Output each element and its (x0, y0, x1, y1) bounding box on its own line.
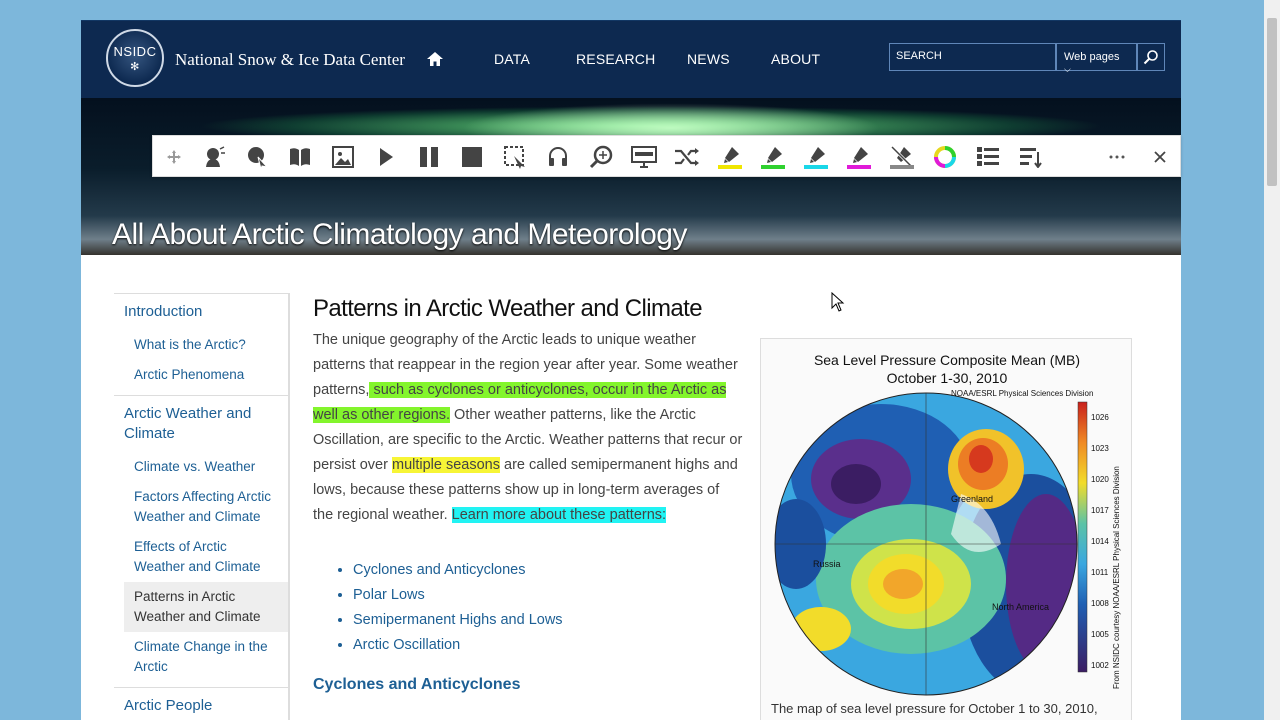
sidebar-item-factors[interactable]: Factors Affecting Arctic Weather and Cli… (114, 482, 289, 532)
section-heading: Cyclones and Anticyclones (313, 676, 521, 693)
picture-dictionary-icon[interactable] (330, 144, 356, 170)
credit-label: From NSIDC courtesy NOAA/ESRL Physical S… (1112, 466, 1121, 689)
sidebar-item-patterns[interactable]: Patterns in Arctic Weather and Climate (124, 582, 289, 632)
label-russia: Russia (813, 559, 841, 569)
sidebar-nav: Introduction What is the Arctic? Arctic … (114, 293, 289, 720)
page-title: Patterns in Arctic Weather and Climate (313, 295, 703, 322)
pressure-map-figure: Sea Level Pressure Composite Mean (MB) O… (760, 338, 1132, 720)
main-content: Patterns in Arctic Weather and Climate T… (313, 295, 743, 694)
scale-1026: 1026 (1091, 413, 1109, 422)
scale-1008: 1008 (1091, 599, 1109, 608)
sidebar-item-climate-change[interactable]: Climate Change in the Arctic (114, 632, 289, 687)
clear-highlights-icon[interactable] (889, 144, 915, 170)
stop-icon[interactable] (459, 144, 485, 170)
label-north-america: North America (992, 602, 1049, 612)
sidebar-item-arctic-people[interactable]: Arctic People (114, 687, 289, 720)
scale-1002: 1002 (1091, 661, 1109, 670)
screenshot-reader-icon[interactable] (502, 144, 528, 170)
highlight-yellow: multiple seasons (391, 457, 500, 473)
play-icon[interactable] (373, 144, 399, 170)
vocabulary-icon[interactable] (932, 144, 958, 170)
search-icon (1143, 50, 1158, 65)
home-icon[interactable] (426, 51, 444, 67)
page: NSIDC ✻ National Snow & Ice Data Center … (81, 20, 1181, 720)
site-name[interactable]: National Snow & Ice Data Center (175, 50, 405, 70)
close-icon[interactable] (1147, 144, 1173, 170)
nav-news[interactable]: NEWS (687, 51, 730, 67)
collect-highlights-icon[interactable] (975, 144, 1001, 170)
audio-maker-icon[interactable] (545, 144, 571, 170)
scrollbar-thumb[interactable] (1267, 18, 1277, 186)
pause-icon[interactable] (416, 144, 442, 170)
nav-data[interactable]: DATA (494, 51, 530, 67)
nav-about[interactable]: ABOUT (771, 51, 820, 67)
move-icon[interactable] (161, 144, 187, 170)
mouse-cursor-icon (831, 292, 845, 312)
scale-1020: 1020 (1091, 475, 1109, 484)
translator-icon[interactable] (674, 144, 700, 170)
banner-title: All About Arctic Climatology and Meteoro… (112, 218, 687, 251)
sidebar-item-arctic-phenomena[interactable]: Arctic Phenomena (114, 360, 289, 395)
sidebar-item-introduction[interactable]: Introduction (114, 293, 289, 330)
search-button[interactable] (1137, 43, 1165, 71)
scale-1011: 1011 (1091, 568, 1109, 577)
link-arctic-oscillation[interactable]: Arctic Oscillation (353, 633, 743, 658)
sidebar-item-climate-vs-weather[interactable]: Climate vs. Weather (114, 452, 289, 482)
figure-title-line1: Sea Level Pressure Composite Mean (MB) (813, 352, 1081, 368)
sidebar-item-arctic-weather-climate[interactable]: Arctic Weather and Climate (114, 395, 289, 452)
screen-mask-icon[interactable] (631, 144, 657, 170)
sort-list-icon[interactable] (1018, 144, 1044, 170)
snowflake-icon: ✻ (130, 60, 140, 73)
link-semipermanent[interactable]: Semipermanent Highs and Lows (353, 608, 743, 633)
speak-icon[interactable] (201, 144, 227, 170)
chevron-down-icon: ⌵ (1064, 64, 1071, 74)
pattern-links: Cyclones and Anticyclones Polar Lows Sem… (353, 558, 743, 658)
figure-title: Sea Level Pressure Composite Mean (MB) O… (761, 351, 1133, 387)
highlight-yellow-icon[interactable] (717, 144, 743, 170)
reading-toolbar (152, 135, 1181, 177)
link-polar-lows[interactable]: Polar Lows (353, 583, 743, 608)
scale-1023: 1023 (1091, 444, 1109, 453)
intro-paragraph: The unique geography of the Arctic leads… (313, 328, 743, 528)
pressure-map[interactable]: NOAA/ESRL Physical Sciences Division Gre… (761, 384, 1133, 704)
page-scrollbar[interactable] (1264, 0, 1280, 720)
search-input[interactable]: SEARCH (889, 43, 1057, 71)
sidebar-item-effects[interactable]: Effects of Arctic Weather and Climate (114, 532, 289, 582)
logo-text: NSIDC (113, 43, 157, 59)
nsidc-logo[interactable]: NSIDC ✻ (106, 29, 164, 87)
nav-research[interactable]: RESEARCH (576, 51, 655, 67)
web-search-icon[interactable] (588, 144, 614, 170)
highlight-cyan-link[interactable]: Learn more about these patterns: (451, 507, 667, 523)
link-cyclones[interactable]: Cyclones and Anticyclones (353, 558, 743, 583)
org-label: NOAA/ESRL Physical Sciences Division (951, 389, 1093, 398)
sidebar-item-what-is-arctic[interactable]: What is the Arctic? (114, 330, 289, 360)
search-scope-label: Web pages (1064, 51, 1120, 63)
highlight-cyan-icon[interactable] (803, 144, 829, 170)
figure-caption: The map of sea level pressure for Octobe… (771, 701, 1098, 716)
scale-1014: 1014 (1091, 537, 1109, 546)
search-scope-select[interactable]: Web pages ⌵ (1055, 43, 1137, 74)
scale-1017: 1017 (1091, 506, 1109, 515)
sidebar-divider (288, 293, 290, 720)
color-scale-bar (1077, 401, 1088, 673)
label-greenland: Greenland (951, 494, 993, 504)
scale-1005: 1005 (1091, 630, 1109, 639)
more-icon[interactable] (1104, 144, 1130, 170)
highlight-green-icon[interactable] (760, 144, 786, 170)
site-header: NSIDC ✻ National Snow & Ice Data Center … (81, 20, 1181, 98)
click-speak-icon[interactable] (244, 144, 270, 170)
highlight-magenta-icon[interactable] (846, 144, 872, 170)
dictionary-icon[interactable] (287, 144, 313, 170)
